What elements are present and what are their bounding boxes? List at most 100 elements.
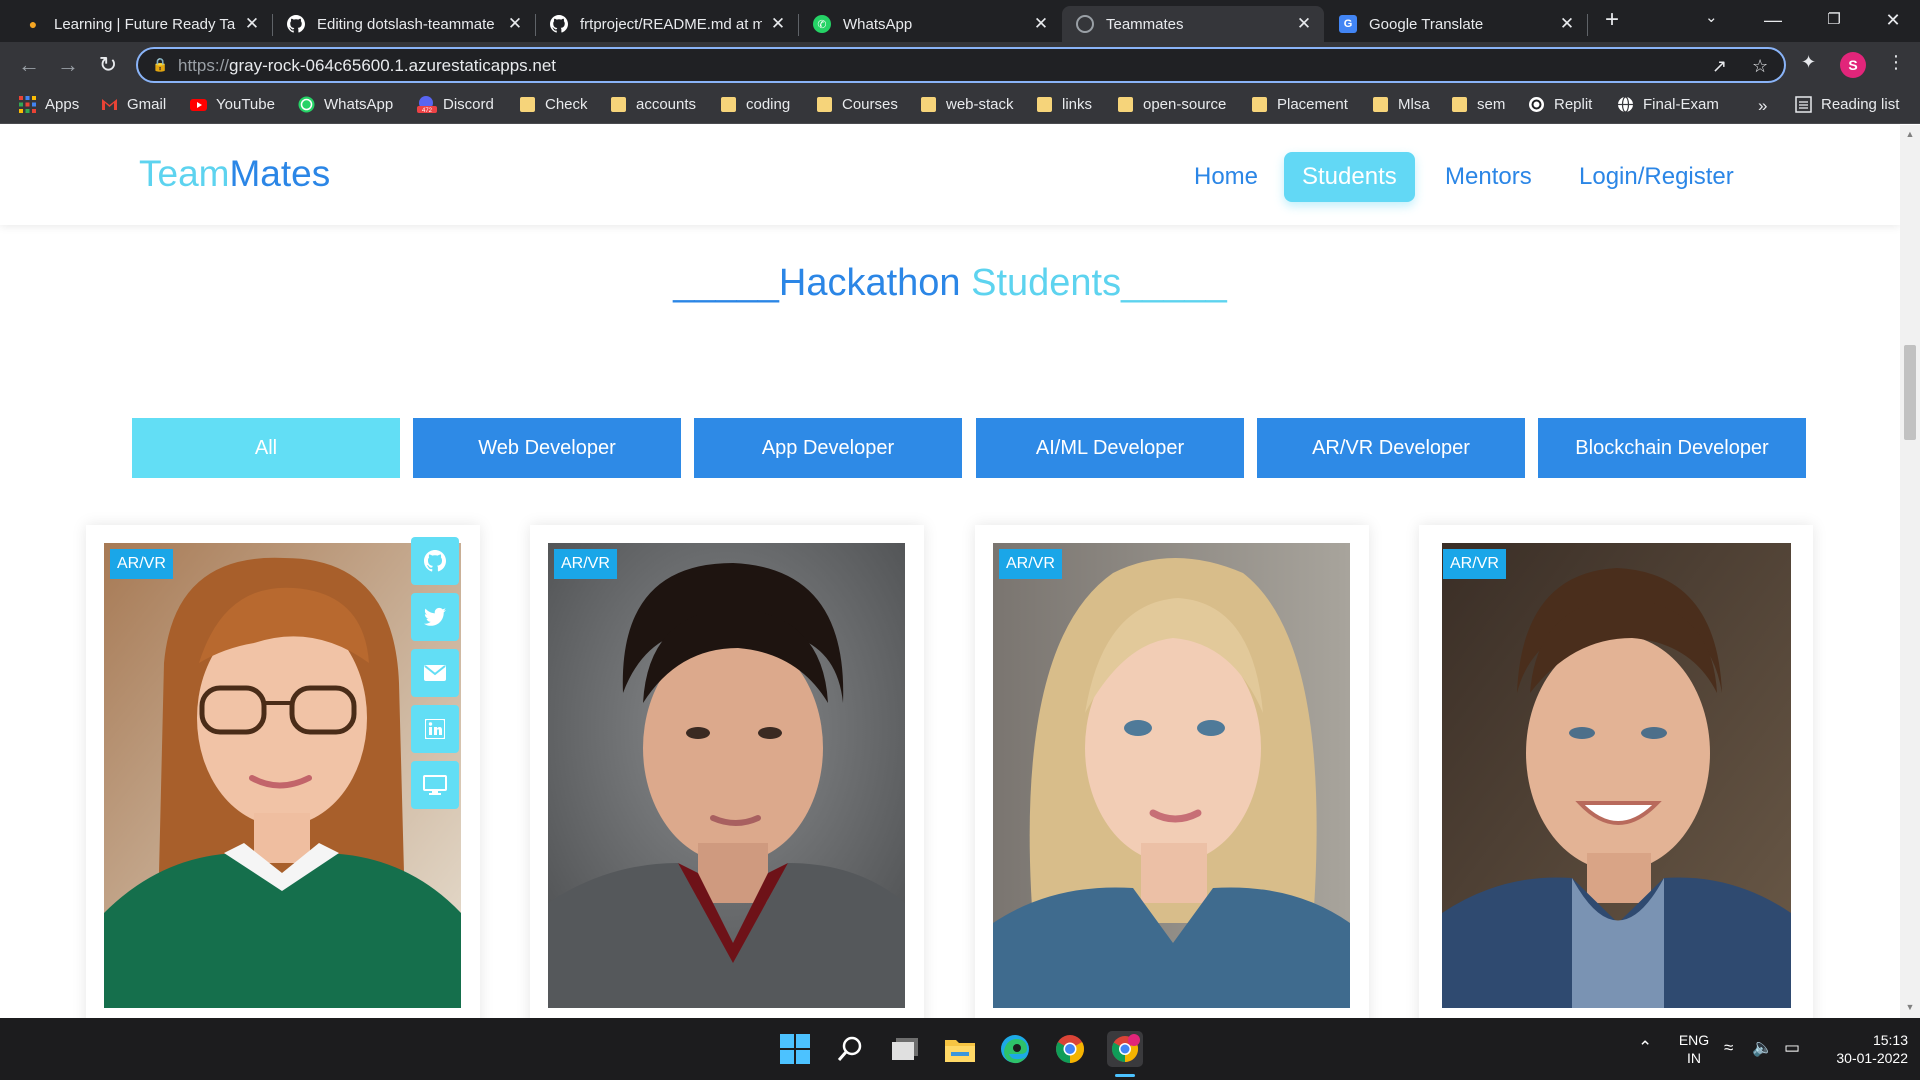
globe-icon	[1076, 15, 1094, 33]
bookmark-label: Final-Exam	[1643, 96, 1719, 113]
bookmark-apps[interactable]: Apps	[19, 96, 79, 113]
share-icon[interactable]: ↗	[1712, 56, 1727, 77]
bookmark-folder[interactable]: accounts	[611, 96, 696, 113]
nav-mentors[interactable]: Mentors	[1427, 152, 1550, 202]
close-icon[interactable]: ✕	[242, 14, 262, 34]
category-badge: AR/VR	[110, 549, 173, 579]
bookmark-whatsapp[interactable]: WhatsApp	[298, 96, 393, 113]
extensions-puzzle-icon[interactable]: ✦	[1801, 52, 1816, 73]
student-card[interactable]: AR/VR	[975, 525, 1369, 1018]
browser-tab[interactable]: ✆ WhatsApp ✕	[799, 6, 1061, 42]
student-card[interactable]: AR/VR	[86, 525, 480, 1018]
twitter-icon[interactable]	[411, 593, 459, 641]
filter-aiml-developer-button[interactable]: AI/ML Developer	[976, 418, 1244, 478]
bookmarks-overflow-button[interactable]: »	[1758, 96, 1767, 116]
bookmark-label: Check	[545, 96, 588, 113]
nav-login-register[interactable]: Login/Register	[1561, 152, 1752, 202]
site-logo[interactable]: TeamMates	[139, 153, 330, 195]
filter-app-developer-button[interactable]: App Developer	[694, 418, 962, 478]
bookmark-folder[interactable]: Placement	[1252, 96, 1348, 113]
search-icon[interactable]	[832, 1031, 868, 1067]
menu-kebab-icon[interactable]: ⋮	[1887, 52, 1905, 73]
close-icon[interactable]: ✕	[1557, 14, 1577, 34]
browser-tab[interactable]: Editing dotslash-teammate ✕	[273, 6, 535, 42]
bookmark-final-exam[interactable]: Final-Exam	[1617, 96, 1719, 113]
browser-tab[interactable]: G Google Translate ✕	[1325, 6, 1587, 42]
nav-students[interactable]: Students	[1284, 152, 1415, 202]
windows-start-icon[interactable]	[777, 1031, 813, 1067]
folder-icon	[1118, 97, 1133, 112]
whatsapp-icon: ✆	[813, 15, 831, 33]
language-indicator[interactable]: ENG IN	[1674, 1031, 1714, 1067]
close-icon[interactable]: ✕	[1031, 14, 1051, 34]
reading-list-icon	[1795, 96, 1812, 113]
close-icon[interactable]: ✕	[1294, 14, 1314, 34]
google-translate-icon: G	[1339, 15, 1357, 33]
filter-web-developer-button[interactable]: Web Developer	[413, 418, 681, 478]
close-icon[interactable]: ✕	[768, 14, 788, 34]
bookmark-folder[interactable]: sem	[1452, 96, 1505, 113]
github-icon[interactable]	[411, 537, 459, 585]
task-view-icon[interactable]	[887, 1031, 923, 1067]
minimize-button[interactable]: —	[1753, 4, 1793, 36]
restore-button[interactable]: ❐	[1814, 4, 1854, 36]
edge-icon[interactable]	[997, 1031, 1033, 1067]
address-bar[interactable]: 🔒 https://gray-rock-064c65600.1.azuresta…	[136, 47, 1786, 83]
reading-list-label: Reading list	[1821, 96, 1900, 113]
volume-icon[interactable]: 🔈	[1752, 1038, 1773, 1058]
student-card[interactable]: AR/VR	[1419, 525, 1813, 1018]
nav-home[interactable]: Home	[1176, 152, 1276, 202]
url-text: https://gray-rock-064c65600.1.azurestati…	[178, 56, 556, 75]
bookmark-gmail[interactable]: Gmail	[101, 96, 166, 113]
linkedin-icon[interactable]	[411, 705, 459, 753]
gmail-icon	[101, 96, 118, 113]
battery-icon[interactable]: ▭	[1784, 1038, 1800, 1058]
file-explorer-icon[interactable]	[942, 1031, 978, 1067]
browser-tab[interactable]: frtproject/README.md at m ✕	[536, 6, 798, 42]
chrome-icon[interactable]	[1052, 1031, 1088, 1067]
tab-search-chevron-icon[interactable]: ⌄	[1705, 8, 1718, 26]
browser-tab[interactable]: ● Learning | Future Ready Tal ✕	[10, 6, 272, 42]
window-close-button[interactable]: ✕	[1873, 4, 1913, 36]
browser-tab-active[interactable]: Teammates ✕	[1062, 6, 1324, 42]
bookmark-label: links	[1062, 96, 1093, 113]
page-viewport: TeamMates Home Students Mentors Login/Re…	[0, 125, 1920, 1018]
bookmark-replit[interactable]: Replit	[1528, 96, 1592, 113]
page-scrollbar[interactable]: ▲ ▼	[1900, 125, 1920, 1018]
bookmark-folder[interactable]: open-source	[1118, 96, 1226, 113]
scrollbar-thumb[interactable]	[1904, 345, 1916, 440]
reading-list-button[interactable]: Reading list	[1795, 96, 1899, 113]
bookmark-folder[interactable]: Mlsa	[1373, 96, 1430, 113]
email-icon[interactable]	[411, 649, 459, 697]
bookmark-folder[interactable]: web-stack	[921, 96, 1014, 113]
bookmark-folder[interactable]: links	[1037, 96, 1092, 113]
clock[interactable]: 15:13 30-01-2022	[1818, 1031, 1908, 1067]
student-card[interactable]: AR/VR	[530, 525, 924, 1018]
chevron-up-icon[interactable]: ⌃	[1638, 1038, 1652, 1058]
lock-icon: 🔒	[152, 57, 169, 72]
scroll-down-arrow-icon[interactable]: ▼	[1904, 1002, 1916, 1012]
scroll-up-arrow-icon[interactable]: ▲	[1904, 129, 1916, 139]
reload-button[interactable]: ↻	[93, 50, 123, 80]
bookmark-youtube[interactable]: YouTube	[190, 96, 275, 113]
bookmark-folder[interactable]: coding	[721, 96, 790, 113]
bookmark-label: YouTube	[216, 96, 275, 113]
filter-blockchain-developer-button[interactable]: Blockchain Developer	[1538, 418, 1806, 478]
new-tab-button[interactable]: +	[1598, 7, 1626, 35]
folder-icon	[520, 97, 535, 112]
forward-button[interactable]: →	[53, 50, 83, 80]
bookmark-folder[interactable]: Check	[520, 96, 588, 113]
tab-title: Teammates	[1106, 15, 1184, 33]
bookmark-star-icon[interactable]: ☆	[1752, 56, 1768, 77]
filter-arvr-developer-button[interactable]: AR/VR Developer	[1257, 418, 1525, 478]
wifi-icon[interactable]: ≈	[1724, 1038, 1733, 1058]
profile-avatar[interactable]: S	[1840, 52, 1866, 78]
bookmark-discord[interactable]: 472 Discord	[417, 96, 494, 114]
close-icon[interactable]: ✕	[505, 14, 525, 34]
bookmark-label: coding	[746, 96, 791, 113]
filter-all-button[interactable]: All	[132, 418, 400, 478]
chrome-profile-icon[interactable]	[1107, 1031, 1143, 1067]
back-button[interactable]: ←	[14, 50, 44, 80]
portfolio-monitor-icon[interactable]	[411, 761, 459, 809]
bookmark-folder[interactable]: Courses	[817, 96, 898, 113]
